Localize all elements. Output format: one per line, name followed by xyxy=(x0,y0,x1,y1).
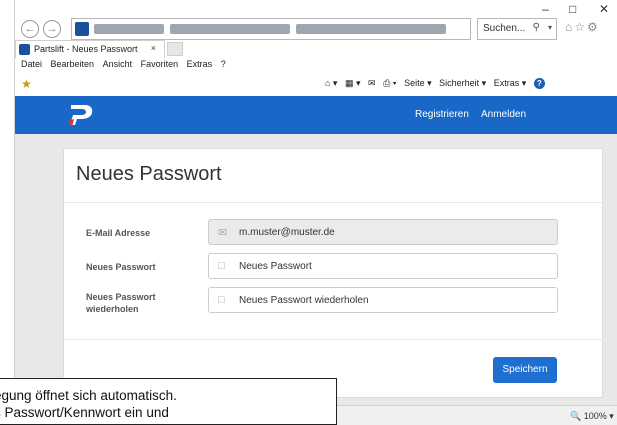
menu-ansicht[interactable]: Ansicht xyxy=(103,59,133,69)
address-row: ← → Suchen... ⚲ ▾ – □ ✕ ⌂☆⚙ xyxy=(15,0,617,40)
partslift-logo-icon[interactable] xyxy=(65,101,95,129)
menu-bearbeiten[interactable]: Bearbeiten xyxy=(51,59,95,69)
zoom-icon: 🔍 xyxy=(570,411,582,421)
tab-active[interactable]: Partslift - Neues Passwort × xyxy=(15,40,165,58)
email-label: E-Mail Adresse xyxy=(86,228,151,238)
redacted-url xyxy=(94,24,164,34)
nav-anmelden[interactable]: Anmelden xyxy=(481,109,526,120)
help-icon[interactable]: ? xyxy=(533,78,545,89)
tab-favicon-icon xyxy=(19,44,30,55)
site-header: Registrieren Anmelden xyxy=(15,96,617,134)
repeat-password-label: Neues Passwort wiederholen xyxy=(86,291,186,315)
feeds-icon[interactable]: ▦ ▾ xyxy=(345,78,361,88)
email-field: ✉ m.muster@muster.de xyxy=(208,219,558,245)
divider xyxy=(64,202,604,203)
favorites-star-icon[interactable]: ☆ xyxy=(574,20,587,34)
site-favicon-icon xyxy=(75,22,89,36)
repeat-label-line1: Neues Passwort xyxy=(86,292,156,302)
divider xyxy=(64,339,604,340)
password-placeholder: Neues Passwort xyxy=(239,261,312,272)
back-icon[interactable]: ← xyxy=(21,20,39,38)
password-field[interactable]: □ Neues Passwort xyxy=(208,253,558,279)
add-favorite-icon[interactable]: ★ xyxy=(21,77,32,91)
lock-icon: □ xyxy=(218,294,225,306)
gear-icon[interactable]: ⚙ xyxy=(587,20,600,34)
command-bar: ★ ⌂ ▾ ▦ ▾ ✉ ⎙ ▾ Seite ▾ Sicherheit ▾ Ext… xyxy=(15,74,617,94)
repeat-password-field[interactable]: □ Neues Passwort wiederholen xyxy=(208,287,558,313)
maximize-button[interactable]: □ xyxy=(569,2,576,16)
mail-icon[interactable]: ✉ xyxy=(368,78,376,88)
mail-icon: ✉ xyxy=(218,227,228,239)
browser-window: ← → Suchen... ⚲ ▾ – □ ✕ ⌂☆⚙ Partslift - … xyxy=(14,0,617,425)
print-icon[interactable]: ⎙ ▾ xyxy=(383,78,396,88)
repeat-label-line2: wiederholen xyxy=(86,304,139,314)
search-input[interactable]: Suchen... ⚲ ▾ xyxy=(477,18,557,40)
menu-help[interactable]: ? xyxy=(221,59,226,69)
redacted-url xyxy=(170,24,290,34)
cmd-sicherheit[interactable]: Sicherheit ▾ xyxy=(439,78,486,88)
address-bar[interactable] xyxy=(71,18,471,40)
email-value: m.muster@muster.de xyxy=(239,227,335,238)
caption-box: egung öffnet sich automatisch. s Passwor… xyxy=(0,378,337,425)
home-menu-icon[interactable]: ⌂ ▾ xyxy=(325,78,337,88)
new-tab-button[interactable] xyxy=(167,42,183,56)
close-window-button[interactable]: ✕ xyxy=(599,2,609,16)
menu-bar: Datei Bearbeiten Ansicht Favoriten Extra… xyxy=(15,59,617,73)
lock-icon: □ xyxy=(218,260,225,272)
tab-row: Partslift - Neues Passwort × xyxy=(15,40,617,58)
main-content: Neues Passwort E-Mail Adresse ✉ m.muster… xyxy=(15,134,617,405)
menu-favoriten[interactable]: Favoriten xyxy=(141,59,179,69)
zoom-value: 100% xyxy=(583,411,607,421)
save-button[interactable]: Speichern xyxy=(493,357,557,383)
home-icon[interactable]: ⌂ xyxy=(565,20,574,34)
repeat-placeholder: Neues Passwort wiederholen xyxy=(239,295,369,306)
page-title: Neues Passwort xyxy=(76,163,222,185)
caption-line-1: egung öffnet sich automatisch. xyxy=(0,388,177,403)
cmd-seite[interactable]: Seite ▾ xyxy=(404,78,432,88)
tab-title: Partslift - Neues Passwort xyxy=(34,44,138,54)
caption-line-2: s Passwort/Kennwort ein und xyxy=(0,405,169,420)
menu-datei[interactable]: Datei xyxy=(21,59,42,69)
forward-icon[interactable]: → xyxy=(43,20,61,38)
menu-extras[interactable]: Extras xyxy=(187,59,213,69)
cmd-extras[interactable]: Extras ▾ xyxy=(494,78,527,88)
search-placeholder: Suchen... xyxy=(483,23,526,34)
search-icon[interactable]: ⚲ xyxy=(533,22,540,33)
zoom-level[interactable]: 🔍 100% ▾ xyxy=(570,411,614,422)
tab-close-icon[interactable]: × xyxy=(151,43,156,53)
toolbar-icons: ⌂☆⚙ xyxy=(565,20,600,34)
minimize-button[interactable]: – xyxy=(542,2,549,16)
password-label: Neues Passwort xyxy=(86,262,156,272)
chevron-down-icon[interactable]: ▾ xyxy=(548,23,552,32)
nav-registrieren[interactable]: Registrieren xyxy=(415,109,469,120)
redacted-url xyxy=(296,24,446,34)
password-card: Neues Passwort E-Mail Adresse ✉ m.muster… xyxy=(63,148,604,398)
